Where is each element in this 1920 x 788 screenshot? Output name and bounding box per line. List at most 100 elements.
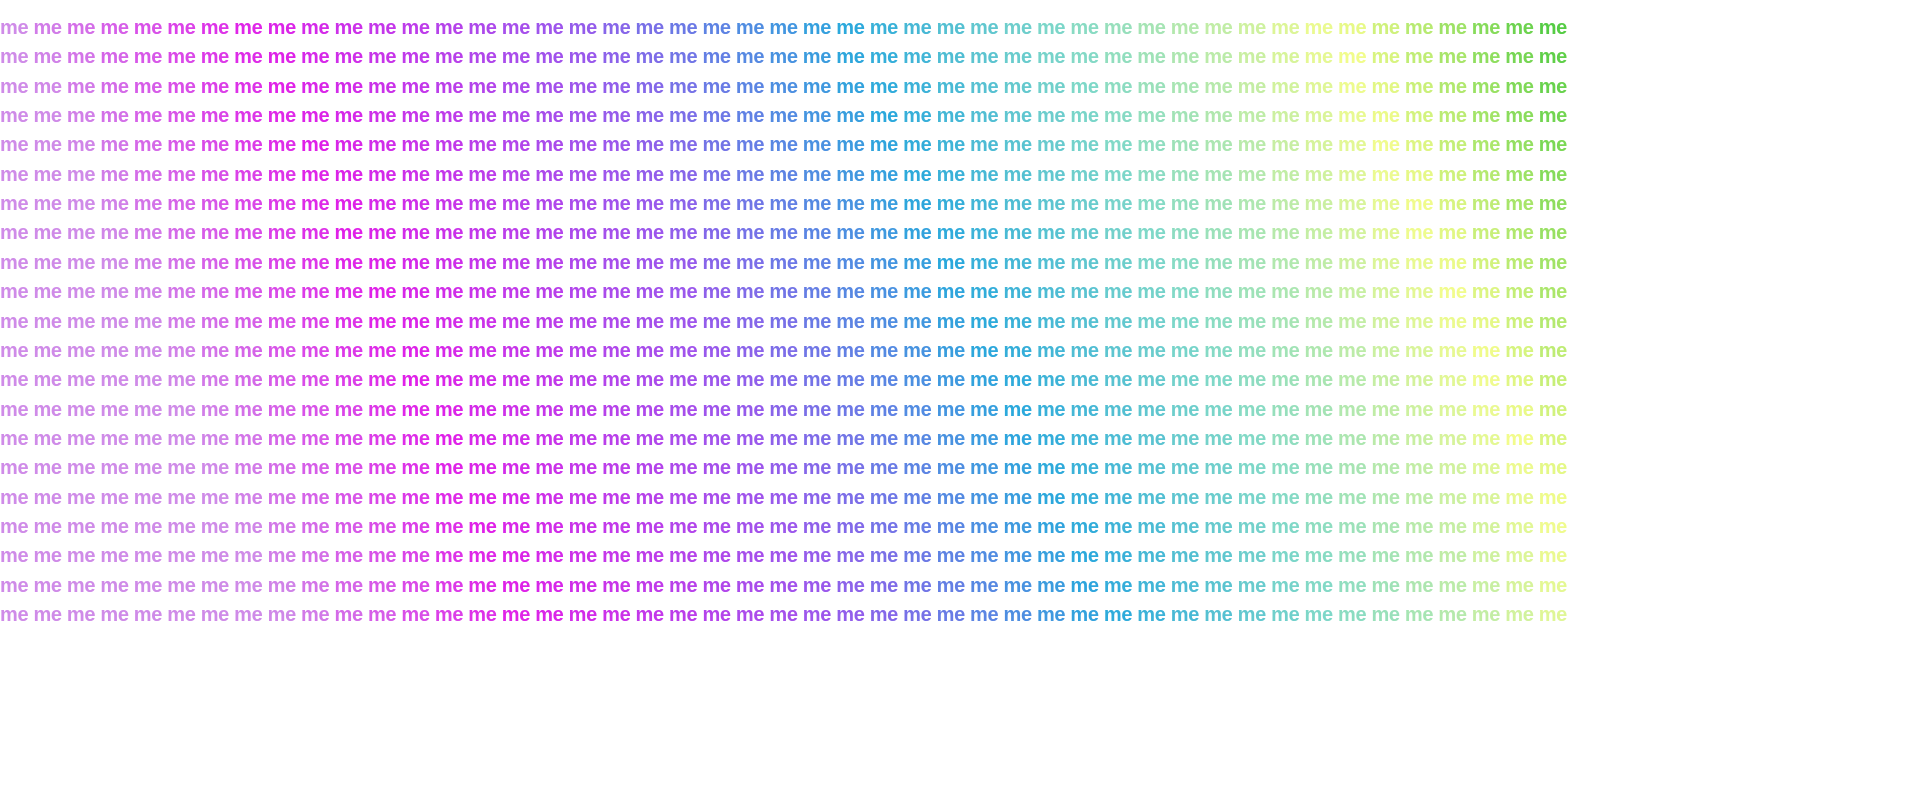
pattern-word: me [0, 574, 29, 597]
pattern-word: me [1003, 515, 1033, 538]
pattern-word: me [602, 75, 631, 98]
pattern-word: me [66, 310, 96, 333]
pattern-word: me [1170, 251, 1200, 274]
pattern-word: me [1137, 222, 1166, 245]
pattern-word: me [401, 515, 430, 538]
pattern-row: me me me me me me me me me me me me me me me me me me me me… [0, 429, 1920, 458]
pattern-word: me [802, 574, 832, 597]
pattern-row: me me me me me me me me me me me me me me me me me me me me… [0, 18, 1920, 47]
pattern-word: me [702, 222, 731, 245]
pattern-word: me [903, 105, 932, 128]
pattern-word: me [735, 193, 765, 216]
pattern-word: me [702, 486, 731, 509]
pattern-word: me [1070, 251, 1099, 274]
pattern-word: me [970, 574, 999, 597]
pattern-word: me [267, 545, 297, 568]
pattern-word: me [1070, 574, 1099, 597]
pattern-word: me [535, 75, 564, 98]
pattern-word: me [100, 163, 129, 186]
pattern-word: me [1304, 75, 1334, 98]
pattern-word: me [234, 251, 263, 274]
pattern-word: me [869, 134, 899, 157]
pattern-word: me [200, 310, 230, 333]
pattern-word: me [1404, 281, 1434, 304]
pattern-word: me [367, 46, 397, 69]
pattern-word: me [434, 134, 464, 157]
pattern-word: me [234, 281, 263, 304]
pattern-word: me [869, 574, 899, 597]
pattern-word: me [66, 105, 96, 128]
pattern-word: me [1070, 604, 1099, 626]
pattern-word: me [1338, 398, 1367, 421]
pattern-word: me [635, 310, 665, 333]
pattern-word: me [769, 105, 798, 128]
pattern-word: me [301, 105, 330, 128]
pattern-word: me [869, 75, 899, 98]
pattern-word: me [1003, 193, 1033, 216]
pattern-word: me [468, 281, 497, 304]
pattern-word: me [1137, 339, 1166, 362]
pattern-word: me [0, 369, 29, 392]
pattern-word: me [1204, 604, 1233, 626]
pattern-word: me [669, 398, 698, 421]
pattern-word: me [200, 427, 230, 450]
pattern-word: me [367, 193, 397, 216]
pattern-word: me [100, 486, 129, 509]
pattern-word: me [401, 46, 430, 69]
pattern-word: me [1338, 369, 1367, 392]
pattern-word: me [234, 134, 263, 157]
pattern-word: me [970, 310, 999, 333]
pattern-word: me [635, 369, 665, 392]
pattern-word: me [1003, 604, 1033, 626]
pattern-word: me [0, 163, 29, 186]
pattern-word: me [468, 17, 497, 39]
pattern-word: me [0, 193, 29, 216]
pattern-word: me [1471, 604, 1501, 626]
pattern-word: me [468, 457, 497, 480]
pattern-word: me [635, 427, 665, 450]
pattern-word: me [1471, 427, 1501, 450]
pattern-word: me [434, 398, 464, 421]
pattern-word: me [301, 163, 330, 186]
pattern-word: me [802, 251, 832, 274]
pattern-row: me me me me me me me me me me me me me me me me me me me me… [0, 517, 1920, 546]
pattern-word: me [334, 515, 364, 538]
pattern-word: me [1338, 545, 1367, 568]
pattern-word: me [334, 193, 364, 216]
pattern-word: me [267, 75, 297, 98]
pattern-word: me [434, 574, 464, 597]
pattern-word: me [1538, 457, 1568, 480]
pattern-word: me [836, 75, 865, 98]
pattern-word: me [1036, 486, 1066, 509]
pattern-word: me [568, 222, 598, 245]
pattern-word: me [769, 486, 798, 509]
pattern-word: me [33, 545, 62, 568]
pattern-word: me [334, 427, 364, 450]
pattern-word: me [133, 251, 163, 274]
pattern-word: me [66, 515, 96, 538]
pattern-word: me [501, 75, 531, 98]
pattern-word: me [468, 339, 497, 362]
pattern-word: me [1338, 193, 1367, 216]
pattern-word: me [1538, 46, 1568, 69]
pattern-word: me [1271, 457, 1300, 480]
pattern-word: me [1137, 193, 1166, 216]
pattern-word: me [1170, 427, 1200, 450]
pattern-word: me [1137, 574, 1166, 597]
pattern-word: me [267, 281, 297, 304]
pattern-word: me [0, 134, 29, 157]
pattern-word: me [66, 398, 96, 421]
pattern-word: me [836, 251, 865, 274]
pattern-word: me [1404, 17, 1434, 39]
pattern-word: me [970, 427, 999, 450]
pattern-word: me [1271, 46, 1300, 69]
pattern-word: me [33, 46, 62, 69]
pattern-word: me [33, 75, 62, 98]
pattern-word: me [568, 339, 598, 362]
pattern-word: me [535, 17, 564, 39]
pattern-word: me [602, 574, 631, 597]
pattern-word: me [1204, 17, 1233, 39]
pattern-word: me [267, 134, 297, 157]
pattern-word: me [669, 163, 698, 186]
pattern-word: me [970, 46, 999, 69]
